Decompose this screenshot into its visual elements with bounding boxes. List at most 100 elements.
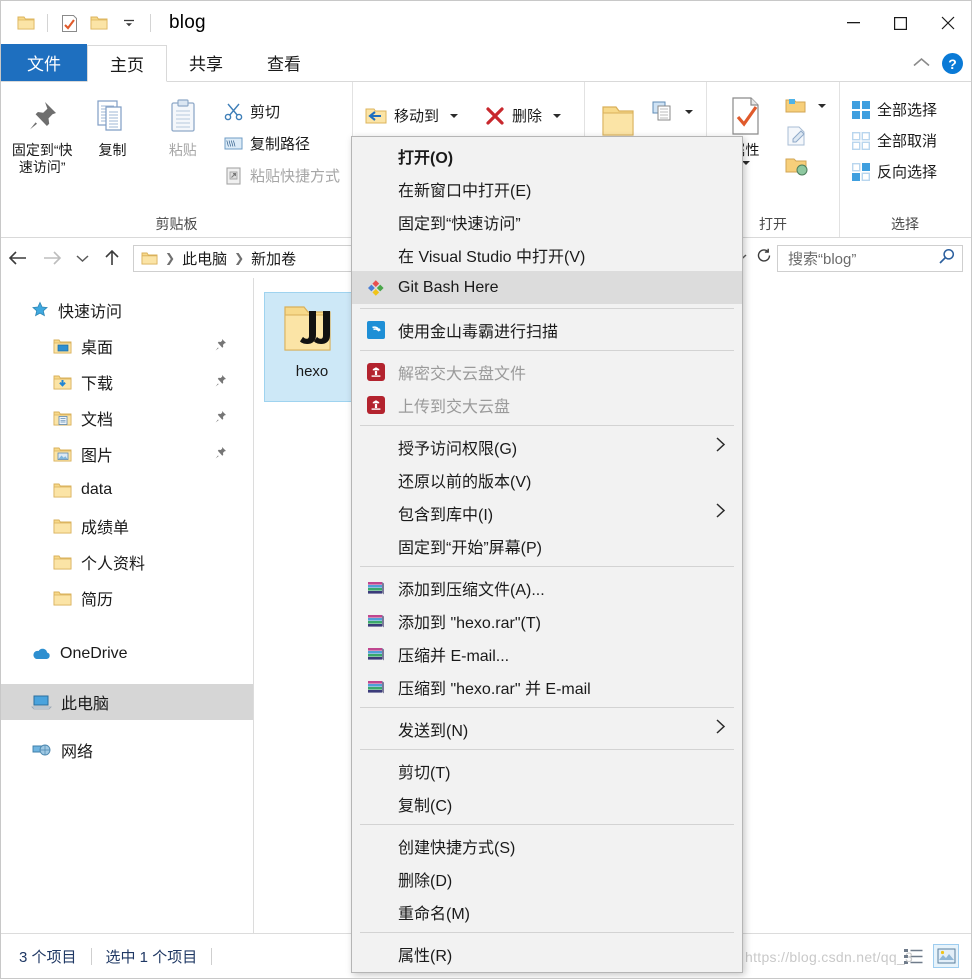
sidebar-item-network[interactable]: 网络 <box>1 732 253 768</box>
breadcrumb-sep-1[interactable]: ❯ <box>231 251 247 265</box>
menu-item-compress-and-email[interactable]: 压缩并 E-mail... <box>352 637 742 670</box>
delete-button[interactable]: 删除 <box>479 102 568 129</box>
menu-item-decrypt-cloud-file[interactable]: 解密交大云盘文件 <box>352 355 742 388</box>
menu-item-properties[interactable]: 属性(R) <box>352 937 742 970</box>
menu-item-copy[interactable]: 复制(C) <box>352 787 742 820</box>
menu-item-label: 删除(D) <box>398 872 453 890</box>
recent-locations-chevron-icon[interactable] <box>69 242 95 274</box>
paste-shortcut-button[interactable]: 粘贴快捷方式 <box>218 162 346 189</box>
menu-item-git-bash-here[interactable]: Git Bash Here <box>352 271 742 304</box>
edit-button[interactable] <box>778 122 833 149</box>
cut-button[interactable]: 剪切 <box>218 98 346 125</box>
menu-item-rename[interactable]: 重命名(M) <box>352 895 742 928</box>
menu-separator <box>360 824 734 825</box>
file-item-hexo[interactable]: hexo <box>264 292 360 402</box>
winrar-icon <box>362 678 390 696</box>
tab-file[interactable]: 文件 <box>1 44 87 81</box>
sidebar-item-data[interactable]: data <box>1 472 253 508</box>
breadcrumb-item-0[interactable]: 此电脑 <box>178 248 231 269</box>
menu-item-send-to[interactable]: 发送到(N) <box>352 712 742 745</box>
menu-item-restore-previous-versions[interactable]: 还原以前的版本(V) <box>352 463 742 496</box>
breadcrumb-item-1[interactable]: 新加卷 <box>247 248 300 269</box>
menu-item-create-shortcut[interactable]: 创建快捷方式(S) <box>352 829 742 862</box>
menu-item-give-access-to[interactable]: 授予访问权限(G) <box>352 430 742 463</box>
paste-button[interactable]: 粘贴 <box>148 88 218 211</box>
delete-chevron-down-icon[interactable] <box>552 112 562 120</box>
sidebar-item-personal-info[interactable]: 个人资料 <box>1 544 253 580</box>
properties-icon[interactable] <box>54 8 84 38</box>
menu-item-include-in-library[interactable]: 包含到库中(I) <box>352 496 742 529</box>
new-item-button[interactable] <box>645 98 700 125</box>
menu-item-pin-to-start[interactable]: 固定到“开始”屏幕(P) <box>352 529 742 562</box>
folder-icon <box>53 482 72 499</box>
close-button[interactable] <box>924 1 971 45</box>
menu-item-open-new-window[interactable]: 在新窗口中打开(E) <box>352 172 742 205</box>
tab-view[interactable]: 查看 <box>245 44 323 81</box>
select-none-button[interactable]: 全部取消 <box>846 127 943 154</box>
downloads-folder-icon <box>53 374 72 391</box>
maximize-button[interactable] <box>877 1 924 45</box>
menu-item-compress-to-hexo-rar-and-email[interactable]: 压缩到 "hexo.rar" 并 E-mail <box>352 670 742 703</box>
pin-icon[interactable] <box>214 446 227 463</box>
sidebar-item-this-pc[interactable]: 此电脑 <box>1 684 253 720</box>
help-icon[interactable]: ? <box>942 53 963 74</box>
menu-item-pin-quick-access[interactable]: 固定到“快速访问” <box>352 205 742 238</box>
details-view-icon[interactable] <box>901 944 927 968</box>
sidebar-item-resume[interactable]: 简历 <box>1 580 253 616</box>
menu-item-kingsoft-scan[interactable]: 使用金山毒霸进行扫描 <box>352 313 742 346</box>
sidebar-item-label: 个人资料 <box>81 556 146 573</box>
system-menu-folder-icon[interactable] <box>11 8 41 38</box>
chevron-up-icon[interactable] <box>910 55 932 72</box>
folder-icon <box>53 554 72 571</box>
paste-label: 粘贴 <box>168 142 197 158</box>
search-input[interactable]: 搜索“blog” <box>777 244 963 272</box>
sidebar-item-transcript[interactable]: 成绩单 <box>1 508 253 544</box>
new-item-chevron-down-icon[interactable] <box>684 108 694 116</box>
sidebar-item-onedrive[interactable]: OneDrive <box>1 636 253 672</box>
sidebar-item-downloads[interactable]: 下载 <box>1 364 253 400</box>
customize-qat-chevron-icon[interactable] <box>114 8 144 38</box>
history-button[interactable] <box>778 152 833 179</box>
menu-item-add-to-archive[interactable]: 添加到压缩文件(A)... <box>352 571 742 604</box>
menu-separator <box>360 932 734 933</box>
pin-icon[interactable] <box>214 410 227 427</box>
back-arrow-icon[interactable] <box>1 242 35 274</box>
tab-home[interactable]: 主页 <box>87 45 167 82</box>
menu-item-upload-cloud[interactable]: 上传到交大云盘 <box>352 388 742 421</box>
minimize-button[interactable] <box>830 1 877 45</box>
status-selection: 选中 1 个项目 <box>105 948 198 966</box>
pin-icon[interactable] <box>214 338 227 355</box>
pin-to-quick-access-button[interactable]: 固定到“快速访问” <box>7 88 77 211</box>
new-folder-icon[interactable] <box>84 8 114 38</box>
sidebar-item-desktop[interactable]: 桌面 <box>1 328 253 364</box>
tab-share[interactable]: 共享 <box>167 44 245 81</box>
qat-divider-2 <box>150 14 151 32</box>
forward-arrow-icon[interactable] <box>35 242 69 274</box>
breadcrumb-sep-0[interactable]: ❯ <box>162 251 178 265</box>
ribbon-group-select: 全部选择 全部取消 反向选择 选择 <box>840 82 970 237</box>
move-to-chevron-down-icon[interactable] <box>449 112 459 120</box>
sidebar-item-quick-access[interactable]: 快速访问 <box>1 292 253 328</box>
copy-path-button[interactable]: \\\\ 复制路径 <box>218 130 346 157</box>
pin-icon[interactable] <box>214 374 227 391</box>
menu-item-cut[interactable]: 剪切(T) <box>352 754 742 787</box>
sidebar-item-pictures[interactable]: 图片 <box>1 436 253 472</box>
select-all-button[interactable]: 全部选择 <box>846 96 943 123</box>
new-folder-icon <box>597 102 639 140</box>
sidebar-item-label: 图片 <box>81 448 114 465</box>
menu-item-open[interactable]: 打开(O) <box>352 139 742 172</box>
move-to-button[interactable]: 移动到 <box>359 102 465 129</box>
open-with-chevron-down-icon[interactable] <box>817 102 827 110</box>
menu-item-delete[interactable]: 删除(D) <box>352 862 742 895</box>
invert-selection-button[interactable]: 反向选择 <box>846 158 943 185</box>
refresh-icon[interactable] <box>751 248 777 269</box>
menu-item-add-to-hexo-rar[interactable]: 添加到 "hexo.rar"(T) <box>352 604 742 637</box>
sidebar-item-documents[interactable]: 文档 <box>1 400 253 436</box>
menu-item-open-visual-studio[interactable]: 在 Visual Studio 中打开(V) <box>352 238 742 271</box>
open-with-button[interactable] <box>778 92 833 119</box>
desktop-folder-icon <box>53 338 72 355</box>
large-icons-view-icon[interactable] <box>933 944 959 968</box>
search-icon[interactable] <box>939 248 955 268</box>
copy-button[interactable]: 复制 <box>77 88 147 211</box>
up-arrow-icon[interactable] <box>95 242 129 274</box>
